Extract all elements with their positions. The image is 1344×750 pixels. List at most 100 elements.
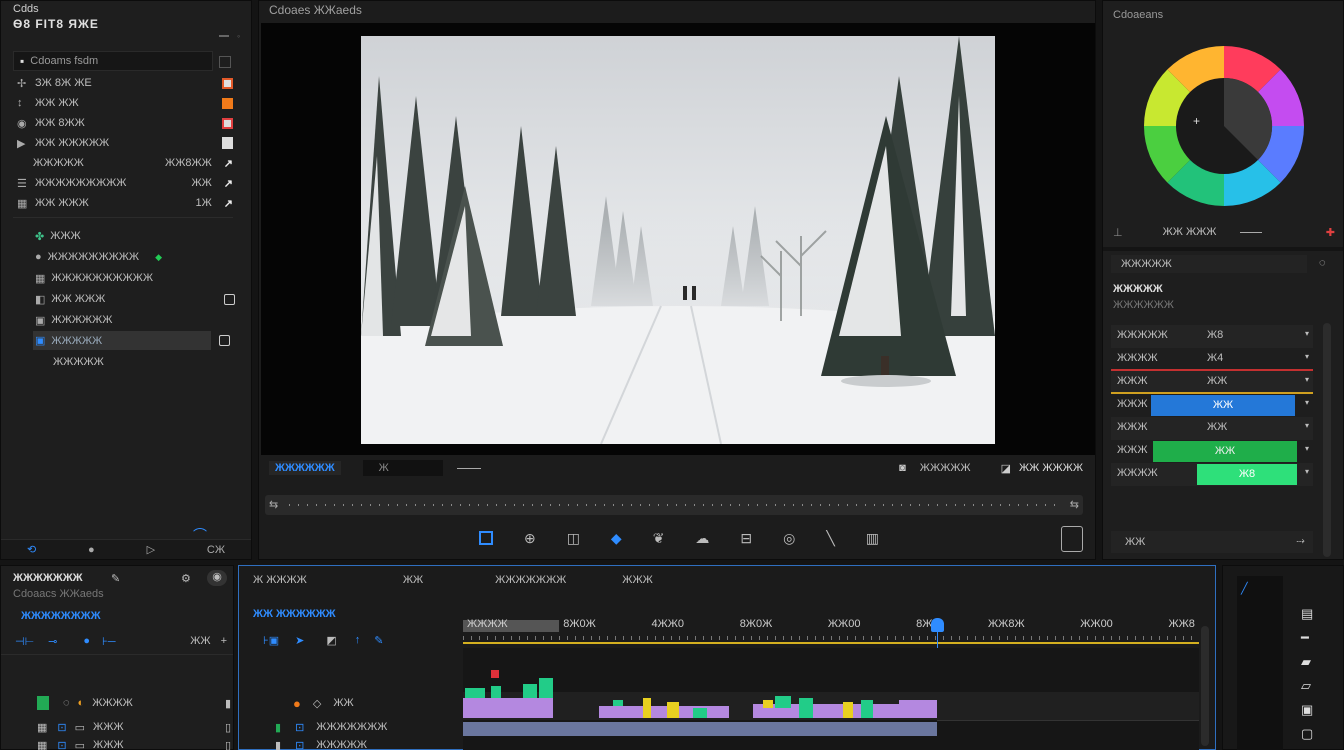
scrollbar[interactable] xyxy=(1323,323,1331,557)
track-header[interactable]: ● ◇ ЖЖ xyxy=(293,694,453,712)
bucket-icon[interactable]: ⊟ xyxy=(740,530,752,547)
speech-icon[interactable]: ☁ xyxy=(695,530,709,547)
transform-icon[interactable]: ⊕ xyxy=(524,530,536,547)
list-item[interactable]: ▦ ЖЖ ЖЖЖ 1Ж ↗ xyxy=(17,194,233,212)
crop-icon[interactable] xyxy=(479,531,493,545)
track-header[interactable]: ▮ ⊡ ЖЖЖЖЖЖЖ xyxy=(275,718,455,736)
curve-icon[interactable]: ↗ xyxy=(224,177,233,190)
solo-icon[interactable]: ◐ xyxy=(78,697,85,709)
ripple-icon[interactable]: ⊦▣ xyxy=(263,634,279,647)
swatch-icon[interactable] xyxy=(222,77,233,89)
list-item[interactable]: ЖЖЖЖЖ xyxy=(53,353,233,371)
list-item[interactable]: ↕ ЖЖ ЖЖ xyxy=(17,94,233,112)
lock-icon[interactable]: ▮ xyxy=(275,739,281,750)
link-icon[interactable]: ⊡ xyxy=(57,721,66,734)
curve-icon[interactable]: ↗ xyxy=(224,157,233,170)
color-wheel[interactable]: + xyxy=(1139,41,1309,211)
param-bar[interactable]: ЖЖ xyxy=(1151,395,1295,416)
doc-icon[interactable] xyxy=(222,137,233,149)
timeline-tab[interactable]: Ж ЖЖЖЖ xyxy=(253,574,307,586)
track-header[interactable]: ▮ ⊡ ЖЖЖЖЖ xyxy=(275,738,455,750)
snap-icon[interactable]: ⊣⊢ xyxy=(15,635,34,648)
bars-icon[interactable]: ▥ xyxy=(866,530,879,547)
mask-icon[interactable]: ◆ xyxy=(611,530,622,547)
frame-icon[interactable]: ◙ xyxy=(899,462,906,474)
palette-icon[interactable]: ❦ xyxy=(653,530,665,547)
dropdown-icon[interactable]: ▾ xyxy=(1305,375,1309,384)
timeline-tab[interactable]: ЖЖЖ xyxy=(622,574,652,586)
list-item[interactable]: ▦ ЖЖЖЖЖЖЖЖЖЖ xyxy=(35,269,235,287)
swatch-icon[interactable] xyxy=(222,97,233,109)
param-row[interactable]: ЖЖЖ ЖЖ ▾ xyxy=(1111,394,1313,417)
video-icon[interactable]: ▰ xyxy=(1301,654,1313,670)
dropdown-icon[interactable]: ▾ xyxy=(1305,329,1309,338)
minus-icon[interactable]: ━ xyxy=(1301,630,1313,646)
reset-icon[interactable]: ⤑ xyxy=(1296,535,1305,548)
link-icon[interactable]: ⊡ xyxy=(57,739,66,750)
link-icon[interactable]: ⟲ xyxy=(27,543,36,556)
mute-icon[interactable]: ◌ xyxy=(63,697,70,709)
list-item[interactable]: ▶ ЖЖ ЖЖЖЖЖ xyxy=(17,134,233,152)
list-item[interactable]: ▣ ЖЖЖЖЖЖ xyxy=(35,311,235,329)
slider-icon[interactable]: ⊥ xyxy=(1113,226,1123,239)
settings-icon[interactable]: ⚙ xyxy=(181,572,191,585)
marker-tool-icon[interactable]: ↑ xyxy=(355,634,361,646)
scrub-end-icon[interactable]: ⇆ xyxy=(1070,498,1079,511)
list-item[interactable]: ЖЖЖЖЖ ЖЖ8ЖЖ ↗ xyxy=(17,154,233,172)
viewer-canvas[interactable] xyxy=(261,23,1095,455)
list-item[interactable]: ◉ ЖЖ 8ЖЖ xyxy=(17,114,233,132)
checkbox[interactable] xyxy=(224,293,235,305)
bottom-label[interactable]: ЖЖЖЖЖЖ xyxy=(269,461,341,475)
tag-icon[interactable]: ▷ xyxy=(147,543,155,556)
pen-tool-icon[interactable]: ✎ xyxy=(374,634,383,647)
eye-icon[interactable]: ◉ xyxy=(207,570,227,586)
dropdown-icon[interactable]: ▾ xyxy=(1305,352,1309,361)
bin-icon[interactable]: ◩ xyxy=(326,634,336,647)
eyedropper-icon[interactable]: ✚ xyxy=(1326,226,1335,239)
list-item[interactable]: ✢ ЗЖ 8Ж ЖЕ xyxy=(17,74,233,92)
track-menu-icon[interactable]: ▮ xyxy=(225,697,231,710)
dropdown-icon[interactable]: ▾ xyxy=(1305,421,1309,430)
track-header[interactable]: ◌ ◐ ЖЖЖЖ ▮ xyxy=(37,694,231,712)
clip-icon[interactable]: ▭ xyxy=(75,721,85,734)
split-icon[interactable] xyxy=(1061,526,1083,552)
camera-icon[interactable]: ◫ xyxy=(567,530,580,547)
track-header[interactable]: ▦ ⊡ ▭ ЖЖЖ ▯ xyxy=(37,718,231,736)
clip-icon[interactable]: ▭ xyxy=(75,739,85,750)
lock-icon[interactable]: ▦ xyxy=(37,739,47,750)
link-icon[interactable]: ⊸ xyxy=(48,635,57,648)
lock-icon[interactable] xyxy=(37,696,49,710)
search-bar[interactable]: ▪ Cdoams fsdm xyxy=(13,51,213,71)
drop-icon[interactable]: ● xyxy=(88,544,95,556)
scrub-bar[interactable]: ⇆ ⇆ xyxy=(265,495,1083,515)
target-icon[interactable]: ◎ xyxy=(783,530,795,547)
slides-icon[interactable]: ▱ xyxy=(1301,678,1313,694)
playhead-handle[interactable] xyxy=(931,618,944,632)
tools-icon[interactable]: ✎ xyxy=(111,572,120,585)
param-row[interactable]: ЖЖЖ ЖЖ ▾ xyxy=(1111,417,1313,440)
scrub-start-icon[interactable]: ⇆ xyxy=(269,498,278,511)
fit-icon[interactable]: ◪ xyxy=(1001,462,1011,475)
lock-icon[interactable]: ▮ xyxy=(275,721,281,734)
param-bar[interactable]: Ж8 xyxy=(1197,464,1297,485)
link-icon[interactable]: ⊡ xyxy=(295,721,304,734)
small-field[interactable]: Ж xyxy=(362,460,443,476)
work-area-bar[interactable] xyxy=(463,642,1199,644)
curve-icon[interactable]: ↗ xyxy=(224,197,233,210)
minimize-icon[interactable] xyxy=(219,35,229,37)
timeline-scrollbar[interactable] xyxy=(1201,626,1209,746)
list-item[interactable]: ☰ ЖЖЖЖЖЖЖЖЖ ЖЖ ↗ xyxy=(17,174,233,192)
param-row[interactable]: ЖЖЖЖ Ж8 ▾ xyxy=(1111,463,1313,486)
param-row[interactable]: ЖЖЖЖ Ж4 ▾ xyxy=(1111,348,1313,371)
record-icon[interactable]: ● xyxy=(293,696,301,711)
split-tool-icon[interactable]: ⊦─ xyxy=(102,635,116,648)
list-item[interactable]: ● ЖЖЖЖЖЖЖЖЖ ◆ xyxy=(35,248,235,266)
checkbox[interactable] xyxy=(219,335,230,346)
dropdown-icon[interactable]: ▾ xyxy=(1305,444,1309,453)
link-icon[interactable]: ⊡ xyxy=(295,739,304,750)
arrow-tool-icon[interactable]: ➤ xyxy=(295,634,304,647)
dropdown-icon[interactable]: ▾ xyxy=(1305,467,1309,476)
lock-icon[interactable]: ▦ xyxy=(37,721,47,734)
list-item-selected[interactable]: ▣ ЖЖЖЖЖ xyxy=(33,331,211,350)
search-swatch-icon[interactable] xyxy=(219,56,231,68)
